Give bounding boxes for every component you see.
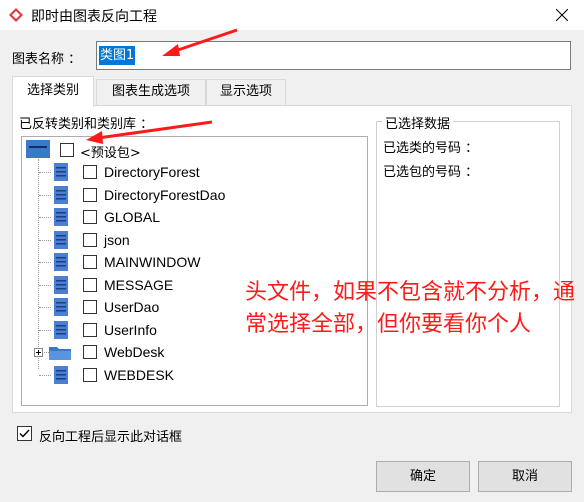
dialog-body: 图表名称 ： 类图1 选择类别 图表生成选项 显示选项 已反转类别和类别库 ： … bbox=[0, 30, 584, 502]
tab-diagram-options[interactable]: 图表生成选项 bbox=[96, 79, 206, 105]
class-file-icon bbox=[54, 365, 68, 384]
tree-item-label: GLOBAL bbox=[104, 209, 161, 225]
tree-branch-line bbox=[39, 284, 51, 286]
tree-item-checkbox[interactable] bbox=[83, 187, 97, 202]
tree-item-checkbox[interactable] bbox=[83, 300, 97, 314]
class-file-icon bbox=[54, 185, 68, 204]
tab-panel-select-class: 已反转类别和类别库 ： <预设包> DirectoryForest Directo… bbox=[12, 105, 576, 413]
cancel-button[interactable]: 取消 bbox=[478, 461, 572, 492]
class-file-icon bbox=[54, 253, 68, 271]
ok-button[interactable]: 确定 bbox=[376, 461, 470, 492]
tree-item-label: DirectoryForest bbox=[104, 164, 200, 180]
tree-item-label: DirectoryForestDao bbox=[104, 186, 226, 203]
selected-package-count-label: 已选包的号码 ： bbox=[383, 165, 479, 180]
class-file-icon bbox=[54, 230, 68, 249]
tree-branch-line bbox=[39, 307, 51, 308]
tree-item-checkbox[interactable] bbox=[83, 255, 97, 269]
title-bar: 即时由图表反向工程 bbox=[0, 0, 584, 30]
diagram-name-label: 图表名称 ： bbox=[12, 52, 82, 67]
expand-plus-icon[interactable] bbox=[34, 348, 43, 357]
tree-item-checkbox[interactable] bbox=[83, 210, 97, 224]
class-file-icon bbox=[54, 298, 68, 316]
reversed-classes-label: 已反转类别和类别库 ： bbox=[19, 117, 154, 132]
tree-item-label: WebDesk bbox=[104, 344, 165, 360]
show-dialog-checkbox[interactable] bbox=[17, 426, 32, 441]
tree-item-row[interactable]: WebDesk bbox=[22, 341, 362, 363]
tree-item-label: json bbox=[104, 231, 130, 248]
tree-item-label: WEBDESK bbox=[104, 366, 175, 383]
tab-display-options[interactable]: 显示选项 bbox=[206, 79, 286, 105]
open-package-icon bbox=[26, 140, 50, 158]
tree-branch-line bbox=[39, 262, 51, 263]
class-file-icon bbox=[54, 163, 68, 181]
annotation-text: 头文件，如果不包含就不分析，通常选择全部，但你要看你个人 bbox=[245, 280, 576, 337]
close-button[interactable] bbox=[540, 0, 584, 30]
tree-root-row[interactable]: <预设包> bbox=[22, 139, 362, 161]
tree-item-checkbox[interactable] bbox=[83, 232, 97, 247]
tree-item-row[interactable]: DirectoryForest bbox=[22, 161, 362, 183]
class-file-icon bbox=[54, 208, 68, 226]
selected-class-count-label: 已选类的号码 ： bbox=[383, 141, 479, 156]
diagram-name-value: 类图1 bbox=[99, 46, 136, 65]
show-dialog-label: 反向工程后显示此对话框 bbox=[39, 430, 183, 445]
tree-root-checkbox[interactable] bbox=[60, 143, 74, 157]
tree-root-label: <预设包> bbox=[80, 146, 141, 161]
tree-branch-line bbox=[39, 172, 51, 173]
tree-branch-line bbox=[39, 239, 51, 241]
tree-item-row[interactable]: GLOBAL bbox=[22, 206, 362, 228]
diagram-name-input[interactable]: 类图1 bbox=[96, 41, 571, 70]
tree-item-label: MAINWINDOW bbox=[104, 254, 201, 270]
tree-item-row[interactable]: DirectoryForestDao bbox=[22, 184, 362, 206]
tab-strip: 选择类别 图表生成选项 显示选项 bbox=[12, 76, 572, 107]
app-diamond-icon bbox=[9, 8, 23, 22]
tree-item-checkbox[interactable] bbox=[83, 165, 97, 179]
window-title: 即时由图表反向工程 bbox=[31, 9, 157, 25]
tree-branch-line bbox=[39, 217, 51, 218]
tree-item-label: UserInfo bbox=[104, 321, 157, 338]
tree-item-checkbox[interactable] bbox=[83, 367, 97, 382]
selected-data-title: 已选择数据 bbox=[382, 113, 454, 132]
tab-select-class[interactable]: 选择类别 bbox=[12, 76, 94, 107]
close-icon bbox=[556, 9, 568, 21]
class-file-icon bbox=[54, 275, 68, 294]
tree-item-row[interactable]: WEBDESK bbox=[22, 364, 362, 386]
tree-item-checkbox[interactable] bbox=[83, 322, 97, 337]
tree-item-label: UserDao bbox=[104, 299, 160, 315]
tree-branch-line bbox=[39, 194, 51, 196]
tree-item-checkbox[interactable] bbox=[83, 277, 97, 292]
tree-branch-line bbox=[39, 329, 51, 331]
tree-item-label: MESSAGE bbox=[104, 276, 174, 293]
tree-item-row[interactable]: MAINWINDOW bbox=[22, 251, 362, 273]
tree-item-row[interactable]: json bbox=[22, 229, 362, 251]
tree-branch-line bbox=[39, 374, 51, 376]
tree-item-checkbox[interactable] bbox=[83, 345, 97, 359]
class-file-icon bbox=[54, 320, 68, 339]
class-tree[interactable]: <预设包> DirectoryForest DirectoryForestDao G… bbox=[21, 136, 368, 406]
folder-icon bbox=[49, 347, 71, 360]
checkmark-icon bbox=[19, 429, 30, 438]
